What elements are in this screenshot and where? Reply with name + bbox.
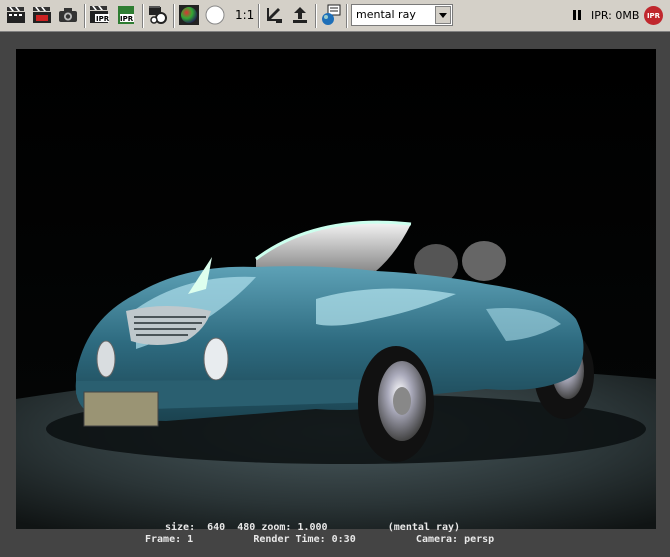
- render-settings-icon[interactable]: [147, 4, 169, 26]
- zoom-ratio-label[interactable]: 1:1: [235, 8, 254, 22]
- toolbar-separator: [315, 4, 317, 28]
- svg-text:IPR: IPR: [120, 15, 134, 23]
- rendered-image: [16, 49, 656, 529]
- ipr-render-icon[interactable]: IPR: [89, 4, 111, 26]
- render-diagnostics-icon[interactable]: [320, 4, 342, 26]
- toolbar-separator: [258, 4, 260, 28]
- toolbar-separator: [346, 4, 348, 28]
- stop-ipr-icon[interactable]: IPR: [644, 6, 663, 25]
- pause-icon[interactable]: [573, 10, 581, 20]
- remove-image-icon[interactable]: [289, 4, 311, 26]
- rgb-channel-icon[interactable]: [178, 4, 200, 26]
- chevron-down-icon[interactable]: [435, 6, 451, 24]
- render-info-line1: size: 640 480 zoom: 1.000 (mental ray): [165, 522, 461, 533]
- render-region-icon[interactable]: [31, 4, 53, 26]
- snapshot-icon[interactable]: [57, 4, 79, 26]
- renderer-select-value: mental ray: [356, 8, 416, 21]
- svg-text:IPR: IPR: [96, 15, 110, 23]
- renderer-select[interactable]: mental ray: [351, 4, 453, 26]
- render-view-toolbar: IPR IPR 1:1 mental ray IPR: 0MB IPR: [0, 0, 670, 32]
- ipr-memory-label: IPR: 0MB: [591, 9, 640, 22]
- toolbar-separator: [142, 4, 144, 28]
- toolbar-separator: [173, 4, 175, 28]
- render-info-line2: Frame: 1 Render Time: 0:30 Camera: persp: [145, 534, 495, 545]
- keep-image-icon[interactable]: [263, 4, 285, 26]
- toolbar-separator: [84, 4, 86, 28]
- redo-render-icon[interactable]: [5, 4, 27, 26]
- refresh-ipr-icon[interactable]: IPR: [115, 4, 137, 26]
- alpha-channel-icon[interactable]: [204, 4, 226, 26]
- render-viewport[interactable]: size: 640 480 zoom: 1.000 (mental ray) F…: [0, 32, 670, 557]
